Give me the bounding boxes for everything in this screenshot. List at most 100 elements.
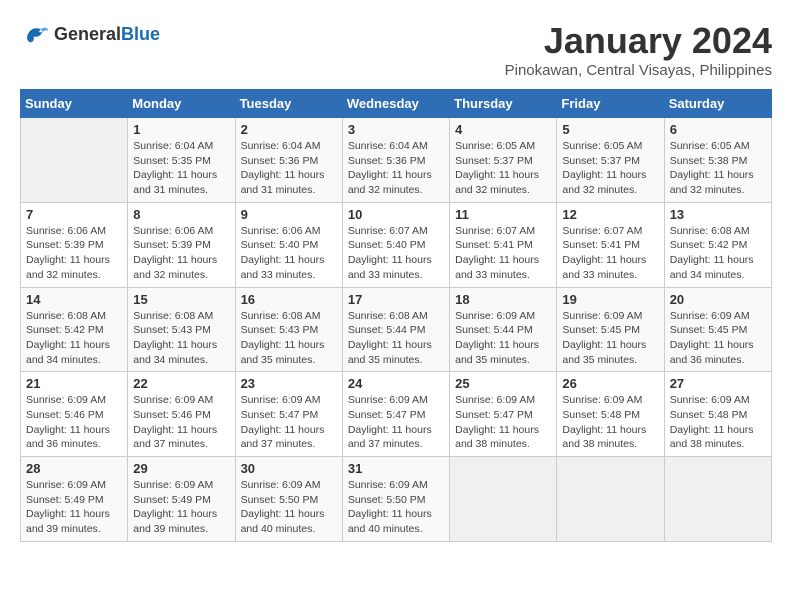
calendar-cell: 9Sunrise: 6:06 AMSunset: 5:40 PMDaylight… <box>235 202 342 287</box>
weekday-header-tuesday: Tuesday <box>235 90 342 118</box>
day-info: Sunrise: 6:05 AMSunset: 5:37 PMDaylight:… <box>562 139 658 198</box>
calendar-cell: 17Sunrise: 6:08 AMSunset: 5:44 PMDayligh… <box>342 287 449 372</box>
day-number: 5 <box>562 122 658 137</box>
day-info: Sunrise: 6:08 AMSunset: 5:43 PMDaylight:… <box>241 309 337 368</box>
calendar-week-row: 21 Sunrise: 6:09 AMSunset: 5:46 PMDayligh… <box>21 372 772 457</box>
calendar-cell: 4 Sunrise: 6:05 AMSunset: 5:37 PMDaylight… <box>450 118 557 203</box>
day-number: 25 <box>455 376 551 391</box>
day-number: 21 <box>26 376 122 391</box>
calendar-cell: 29 Sunrise: 6:09 AMSunset: 5:49 PMDayligh… <box>128 457 235 542</box>
calendar-cell: 18 Sunrise: 6:09 AMSunset: 5:44 PMDayligh… <box>450 287 557 372</box>
logo: GeneralBlue <box>20 20 160 50</box>
weekday-header-wednesday: Wednesday <box>342 90 449 118</box>
calendar-cell: 30 Sunrise: 6:09 AMSunset: 5:50 PMDayligh… <box>235 457 342 542</box>
day-info: Sunrise: 6:08 AMSunset: 5:42 PMDaylight:… <box>670 224 766 283</box>
day-info: Sunrise: 6:09 AMSunset: 5:47 PMDaylight:… <box>348 393 444 452</box>
calendar-week-row: 14 Sunrise: 6:08 AMSunset: 5:42 PMDayligh… <box>21 287 772 372</box>
logo-bird-icon <box>20 20 50 50</box>
day-number: 15 <box>133 292 229 307</box>
day-info: Sunrise: 6:09 AMSunset: 5:47 PMDaylight:… <box>241 393 337 452</box>
day-info: Sunrise: 6:08 AMSunset: 5:43 PMDaylight:… <box>133 309 229 368</box>
weekday-header-row: SundayMondayTuesdayWednesdayThursdayFrid… <box>21 90 772 118</box>
calendar-cell: 5 Sunrise: 6:05 AMSunset: 5:37 PMDaylight… <box>557 118 664 203</box>
calendar-cell: 23Sunrise: 6:09 AMSunset: 5:47 PMDayligh… <box>235 372 342 457</box>
location: Pinokawan, Central Visayas, Philippines <box>505 62 772 79</box>
day-info: Sunrise: 6:09 AMSunset: 5:45 PMDaylight:… <box>670 309 766 368</box>
calendar-cell: 10 Sunrise: 6:07 AMSunset: 5:40 PMDayligh… <box>342 202 449 287</box>
day-info: Sunrise: 6:06 AMSunset: 5:39 PMDaylight:… <box>26 224 122 283</box>
calendar-cell: 26 Sunrise: 6:09 AMSunset: 5:48 PMDayligh… <box>557 372 664 457</box>
day-number: 2 <box>241 122 337 137</box>
day-number: 1 <box>133 122 229 137</box>
day-number: 14 <box>26 292 122 307</box>
day-number: 20 <box>670 292 766 307</box>
calendar-cell: 16 Sunrise: 6:08 AMSunset: 5:43 PMDayligh… <box>235 287 342 372</box>
day-info: Sunrise: 6:09 AMSunset: 5:49 PMDaylight:… <box>133 478 229 537</box>
day-info: Sunrise: 6:09 AMSunset: 5:48 PMDaylight:… <box>562 393 658 452</box>
calendar-cell: 27 Sunrise: 6:09 AMSunset: 5:48 PMDayligh… <box>664 372 771 457</box>
calendar-table: SundayMondayTuesdayWednesdayThursdayFrid… <box>20 89 772 542</box>
logo-text: GeneralBlue <box>54 25 160 45</box>
calendar-cell: 15 Sunrise: 6:08 AMSunset: 5:43 PMDayligh… <box>128 287 235 372</box>
calendar-cell <box>450 457 557 542</box>
calendar-cell: 19 Sunrise: 6:09 AMSunset: 5:45 PMDayligh… <box>557 287 664 372</box>
day-info: Sunrise: 6:09 AMSunset: 5:50 PMDaylight:… <box>348 478 444 537</box>
day-number: 28 <box>26 461 122 476</box>
day-info: Sunrise: 6:05 AMSunset: 5:38 PMDaylight:… <box>670 139 766 198</box>
calendar-cell: 31Sunrise: 6:09 AMSunset: 5:50 PMDayligh… <box>342 457 449 542</box>
day-number: 22 <box>133 376 229 391</box>
month-title: January 2024 <box>505 20 772 62</box>
day-info: Sunrise: 6:06 AMSunset: 5:39 PMDaylight:… <box>133 224 229 283</box>
calendar-cell: 21Sunrise: 6:09 AMSunset: 5:46 PMDayligh… <box>21 372 128 457</box>
calendar-cell: 1Sunrise: 6:04 AMSunset: 5:35 PMDaylight… <box>128 118 235 203</box>
title-block: January 2024 Pinokawan, Central Visayas,… <box>505 20 772 79</box>
weekday-header-saturday: Saturday <box>664 90 771 118</box>
day-number: 11 <box>455 207 551 222</box>
day-number: 17 <box>348 292 444 307</box>
day-number: 30 <box>241 461 337 476</box>
day-number: 9 <box>241 207 337 222</box>
day-info: Sunrise: 6:09 AMSunset: 5:44 PMDaylight:… <box>455 309 551 368</box>
day-number: 18 <box>455 292 551 307</box>
day-info: Sunrise: 6:07 AMSunset: 5:40 PMDaylight:… <box>348 224 444 283</box>
day-number: 27 <box>670 376 766 391</box>
weekday-header-thursday: Thursday <box>450 90 557 118</box>
calendar-cell: 22 Sunrise: 6:09 AMSunset: 5:46 PMDayligh… <box>128 372 235 457</box>
weekday-header-sunday: Sunday <box>21 90 128 118</box>
calendar-cell: 7 Sunrise: 6:06 AMSunset: 5:39 PMDaylight… <box>21 202 128 287</box>
day-number: 10 <box>348 207 444 222</box>
day-info: Sunrise: 6:05 AMSunset: 5:37 PMDaylight:… <box>455 139 551 198</box>
day-number: 4 <box>455 122 551 137</box>
day-number: 19 <box>562 292 658 307</box>
page-header: GeneralBlue January 2024 Pinokawan, Cent… <box>20 20 772 79</box>
day-info: Sunrise: 6:09 AMSunset: 5:45 PMDaylight:… <box>562 309 658 368</box>
day-number: 7 <box>26 207 122 222</box>
calendar-cell <box>664 457 771 542</box>
calendar-cell: 6Sunrise: 6:05 AMSunset: 5:38 PMDaylight… <box>664 118 771 203</box>
day-number: 8 <box>133 207 229 222</box>
day-info: Sunrise: 6:08 AMSunset: 5:42 PMDaylight:… <box>26 309 122 368</box>
day-info: Sunrise: 6:09 AMSunset: 5:49 PMDaylight:… <box>26 478 122 537</box>
day-info: Sunrise: 6:07 AMSunset: 5:41 PMDaylight:… <box>562 224 658 283</box>
calendar-cell <box>557 457 664 542</box>
day-number: 16 <box>241 292 337 307</box>
calendar-cell: 12Sunrise: 6:07 AMSunset: 5:41 PMDayligh… <box>557 202 664 287</box>
day-info: Sunrise: 6:04 AMSunset: 5:36 PMDaylight:… <box>241 139 337 198</box>
day-info: Sunrise: 6:09 AMSunset: 5:47 PMDaylight:… <box>455 393 551 452</box>
day-info: Sunrise: 6:07 AMSunset: 5:41 PMDaylight:… <box>455 224 551 283</box>
day-info: Sunrise: 6:09 AMSunset: 5:46 PMDaylight:… <box>133 393 229 452</box>
day-number: 24 <box>348 376 444 391</box>
calendar-week-row: 1Sunrise: 6:04 AMSunset: 5:35 PMDaylight… <box>21 118 772 203</box>
day-number: 26 <box>562 376 658 391</box>
calendar-week-row: 28 Sunrise: 6:09 AMSunset: 5:49 PMDayligh… <box>21 457 772 542</box>
day-number: 13 <box>670 207 766 222</box>
calendar-cell: 28 Sunrise: 6:09 AMSunset: 5:49 PMDayligh… <box>21 457 128 542</box>
day-number: 3 <box>348 122 444 137</box>
calendar-week-row: 7 Sunrise: 6:06 AMSunset: 5:39 PMDaylight… <box>21 202 772 287</box>
day-number: 29 <box>133 461 229 476</box>
day-info: Sunrise: 6:09 AMSunset: 5:50 PMDaylight:… <box>241 478 337 537</box>
calendar-cell <box>21 118 128 203</box>
day-info: Sunrise: 6:09 AMSunset: 5:48 PMDaylight:… <box>670 393 766 452</box>
calendar-cell: 25 Sunrise: 6:09 AMSunset: 5:47 PMDayligh… <box>450 372 557 457</box>
calendar-cell: 3Sunrise: 6:04 AMSunset: 5:36 PMDaylight… <box>342 118 449 203</box>
